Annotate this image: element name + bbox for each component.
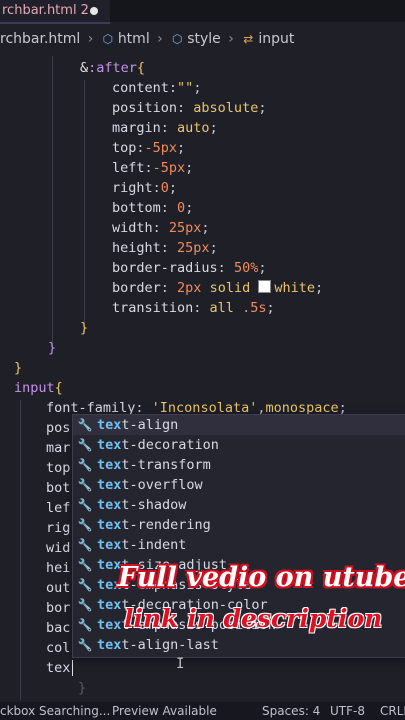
breadcrumb-item-html[interactable]: html bbox=[118, 31, 150, 47]
status-encoding[interactable]: UTF-8 bbox=[330, 702, 365, 720]
suggestion-item[interactable]: 🔧 text-transform bbox=[73, 455, 405, 475]
status-indentation[interactable]: Spaces: 4 bbox=[262, 702, 320, 720]
breadcrumb-item-style[interactable]: style bbox=[187, 31, 221, 47]
code-line: wid bbox=[46, 540, 71, 556]
tab-title: rchbar.html bbox=[2, 3, 77, 18]
code-line: position: absolute; bbox=[112, 100, 267, 116]
code-line: content:""; bbox=[112, 80, 202, 96]
code-line: hei bbox=[46, 560, 71, 576]
code-line: } bbox=[14, 360, 23, 376]
suggestion-item[interactable]: 🔧 text-rendering bbox=[73, 515, 405, 535]
video-caption-subtitle: link in description bbox=[124, 604, 383, 633]
chevron-right-icon: › bbox=[157, 31, 163, 47]
code-line: width: 25px; bbox=[112, 220, 210, 236]
code-line: &:after{ bbox=[80, 60, 146, 76]
wrench-icon: 🔧 bbox=[77, 438, 93, 452]
breadcrumb-item-input[interactable]: input bbox=[258, 31, 294, 47]
wrench-icon: 🔧 bbox=[77, 578, 93, 592]
tab-bar: rchbar.html 2 bbox=[0, 0, 405, 24]
code-line: input{ bbox=[14, 380, 63, 396]
breadcrumb-file[interactable]: rchbar.html bbox=[0, 31, 80, 47]
status-extension[interactable]: ckbox Searching... bbox=[0, 702, 110, 720]
code-line-active[interactable]: tex bbox=[46, 658, 70, 678]
status-preview[interactable]: Preview Available bbox=[112, 702, 217, 720]
wrench-icon: 🔧 bbox=[77, 618, 93, 632]
text-caret bbox=[72, 660, 73, 676]
wrench-icon: 🔧 bbox=[77, 418, 93, 432]
code-line: height: 25px; bbox=[112, 240, 218, 256]
suggestion-item[interactable]: 🔧 text-overflow bbox=[73, 475, 405, 495]
cube-icon: ⬡ bbox=[102, 32, 114, 46]
code-line: rig bbox=[46, 520, 71, 536]
code-line: right:0; bbox=[112, 180, 178, 196]
code-line: pos bbox=[46, 420, 71, 436]
wrench-icon: 🔧 bbox=[77, 458, 93, 472]
code-line: border-radius: 50%; bbox=[112, 260, 267, 276]
wrench-icon: 🔧 bbox=[77, 538, 93, 552]
indent-guide bbox=[20, 400, 21, 700]
indent-guide bbox=[84, 80, 85, 332]
code-line: bor bbox=[46, 600, 71, 616]
code-line: } bbox=[80, 320, 89, 336]
color-swatch-icon[interactable] bbox=[258, 280, 272, 293]
wrench-icon: 🔧 bbox=[77, 518, 93, 532]
code-line: border: 2px solid white; bbox=[112, 280, 324, 296]
wrench-icon: 🔧 bbox=[77, 558, 93, 572]
wrench-icon: 🔧 bbox=[77, 638, 93, 652]
code-line: transition: all .5s; bbox=[112, 300, 275, 316]
code-line: col bbox=[46, 640, 71, 656]
video-caption-title: Full vedio on utube bbox=[118, 562, 405, 593]
status-eol[interactable]: CRLF bbox=[380, 702, 405, 720]
status-bar: ckbox Searching... Preview Available Spa… bbox=[0, 702, 405, 720]
code-line: top:-5px; bbox=[112, 140, 186, 156]
code-line: bot bbox=[46, 480, 71, 496]
breadcrumb: rchbar.html › ⬡ html › ⬡ style › ⇄ input bbox=[0, 28, 294, 50]
chevron-right-icon: › bbox=[87, 31, 94, 47]
indent-guide bbox=[52, 56, 53, 348]
chevron-right-icon: › bbox=[228, 31, 234, 47]
suggestion-item[interactable]: 🔧 text-align-last bbox=[73, 635, 405, 655]
code-line: top bbox=[46, 460, 71, 476]
wrench-icon: 🔧 bbox=[77, 478, 93, 492]
editor-tab[interactable]: rchbar.html 2 bbox=[0, 0, 110, 24]
mouse-ibeam-icon: Ι bbox=[176, 656, 185, 672]
code-line: bac bbox=[46, 620, 71, 636]
suggestion-item[interactable]: 🔧 text-decoration bbox=[73, 435, 405, 455]
suggestion-item[interactable]: 🔧 text-align bbox=[73, 415, 405, 435]
code-line: mar bbox=[46, 440, 71, 456]
suggestion-item[interactable]: 🔧 text-shadow bbox=[73, 495, 405, 515]
css-rule-icon: ⇄ bbox=[243, 32, 254, 46]
code-line: margin: auto; bbox=[112, 120, 218, 136]
unsaved-dot-icon[interactable] bbox=[90, 7, 98, 15]
cube-icon: ⬡ bbox=[171, 32, 183, 46]
wrench-icon: 🔧 bbox=[77, 598, 93, 612]
code-line: left:-5px; bbox=[112, 160, 194, 176]
code-line: bottom: 0; bbox=[112, 200, 194, 216]
code-line: lef bbox=[46, 500, 71, 516]
suggestion-item[interactable]: 🔧 text-indent bbox=[73, 535, 405, 555]
code-line: } bbox=[48, 340, 57, 356]
code-line: } bbox=[78, 680, 87, 696]
code-line: out bbox=[46, 580, 71, 596]
problem-count-badge: 2 bbox=[80, 3, 89, 18]
wrench-icon: 🔧 bbox=[77, 498, 93, 512]
